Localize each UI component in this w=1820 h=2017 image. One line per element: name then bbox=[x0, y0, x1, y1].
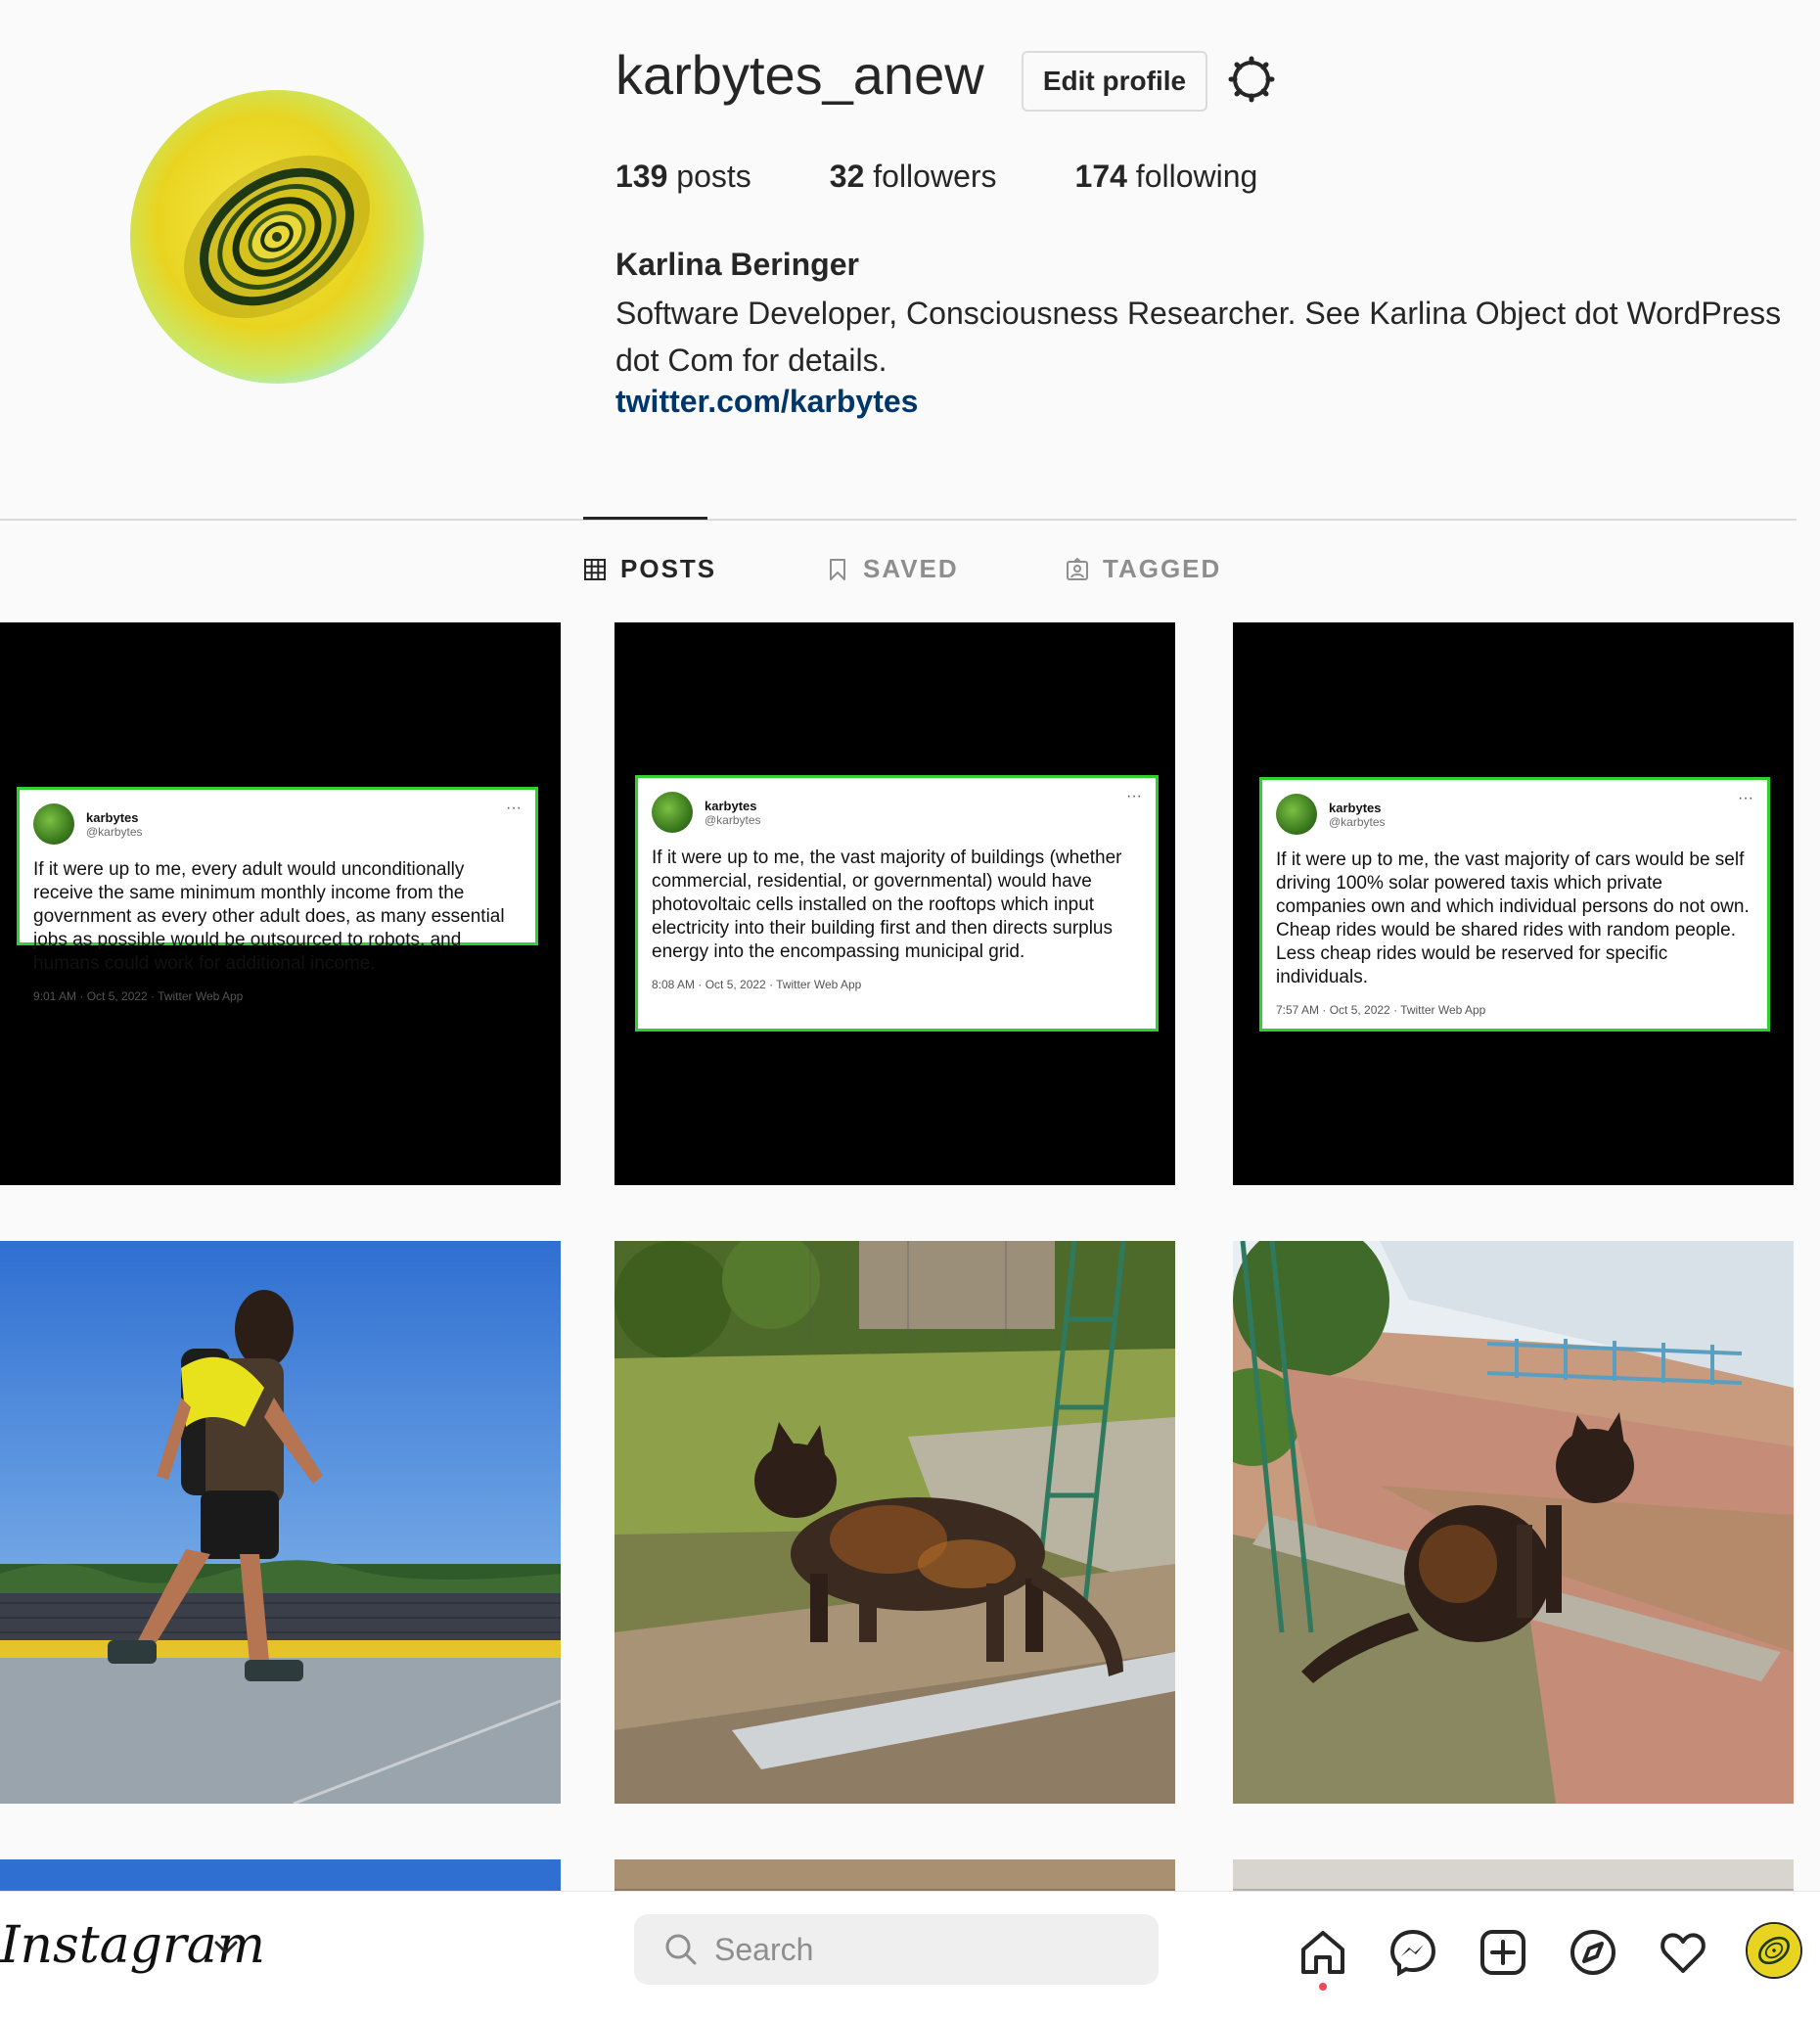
followers-link[interactable]: 32 followers bbox=[830, 159, 997, 195]
active-tab-indicator bbox=[583, 517, 707, 520]
more-options-icon: ··· bbox=[1126, 788, 1142, 804]
post-photo-cat-gravel bbox=[1233, 1241, 1794, 1804]
tweet-card: karbytes @karbytes ··· If it were up to m… bbox=[17, 787, 538, 1003]
tweet-card: karbytes @karbytes ··· If it were up to m… bbox=[635, 775, 1159, 1031]
post-photo-cat-garden bbox=[614, 1241, 1175, 1804]
post-tile[interactable]: karbytes @karbytes ··· If it were up to m… bbox=[0, 622, 561, 1185]
search-input[interactable] bbox=[712, 1930, 1147, 1969]
new-post-icon[interactable] bbox=[1479, 1928, 1527, 1977]
posts-count: 139 posts bbox=[615, 159, 751, 194]
following-link[interactable]: 174 following bbox=[1075, 159, 1258, 195]
grid-icon bbox=[584, 558, 606, 580]
tab-saved[interactable]: SAVED bbox=[826, 554, 959, 584]
post-tile[interactable] bbox=[614, 1241, 1175, 1804]
post-photo-hiker bbox=[0, 1241, 561, 1804]
post-tile[interactable] bbox=[1233, 1241, 1794, 1804]
profile-avatar[interactable] bbox=[130, 90, 424, 384]
explore-icon[interactable] bbox=[1569, 1928, 1617, 1977]
post-tile[interactable] bbox=[0, 1241, 561, 1804]
more-options-icon: ··· bbox=[506, 800, 522, 816]
profile-username: karbytes_anew bbox=[615, 44, 984, 106]
profile-full-name: Karlina Beringer bbox=[615, 247, 859, 282]
heart-icon[interactable] bbox=[1659, 1928, 1707, 1977]
tab-tagged[interactable]: TAGGED bbox=[1066, 554, 1221, 584]
messenger-icon[interactable] bbox=[1388, 1928, 1437, 1977]
bookmark-icon bbox=[830, 558, 845, 580]
search-icon bbox=[665, 1934, 697, 1965]
tweet-card: karbytes @karbytes ··· If it were up to m… bbox=[1259, 777, 1770, 1031]
home-icon[interactable] bbox=[1298, 1928, 1347, 1977]
tab-posts[interactable]: POSTS bbox=[583, 554, 716, 584]
gear-icon[interactable] bbox=[1227, 55, 1276, 104]
tweet-avatar bbox=[33, 803, 74, 845]
post-tile[interactable]: karbytes @karbytes ··· If it were up to m… bbox=[614, 622, 1175, 1185]
profile-avatar-small[interactable] bbox=[1746, 1922, 1802, 1979]
tweet-avatar bbox=[1276, 794, 1317, 835]
edit-profile-button[interactable]: Edit profile bbox=[1022, 51, 1207, 112]
notification-dot bbox=[1319, 1983, 1327, 1991]
search-bar[interactable] bbox=[634, 1914, 1159, 1985]
profile-external-link[interactable]: twitter.com/karbytes bbox=[615, 384, 918, 420]
tag-icon bbox=[1067, 557, 1088, 580]
profile-stats: 139 posts 32 followers 174 following bbox=[615, 159, 1257, 195]
more-options-icon: ··· bbox=[1738, 790, 1753, 806]
tweet-avatar bbox=[652, 792, 693, 833]
chevron-down-icon[interactable] bbox=[213, 1938, 239, 1957]
post-tile[interactable]: karbytes @karbytes ··· If it were up to m… bbox=[1233, 622, 1794, 1185]
profile-bio: Software Developer, Consciousness Resear… bbox=[615, 296, 1782, 378]
tabs-divider bbox=[0, 519, 1797, 521]
